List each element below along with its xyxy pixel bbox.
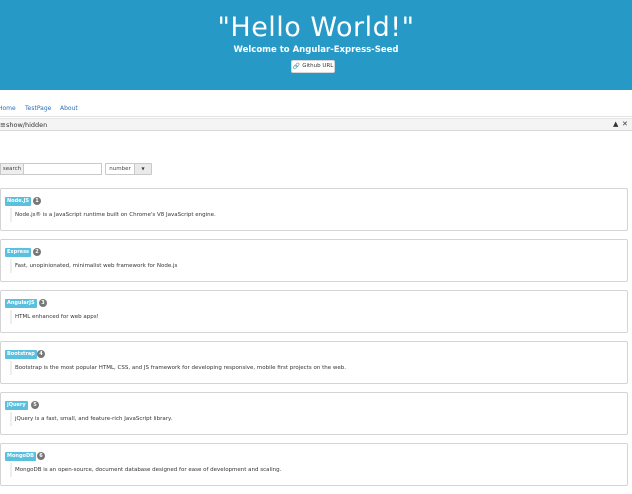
search-addon-label: search (0, 163, 24, 175)
item-name-label: Express (5, 248, 32, 257)
item-name-label: jQuery (5, 401, 28, 410)
item-number-badge: 5 (31, 401, 39, 409)
list-item: Express 2 Fast, unopinionated, minimalis… (0, 239, 628, 282)
item-number-badge: 6 (37, 452, 45, 460)
nav-item-home[interactable]: Home (0, 105, 16, 113)
sort-select[interactable]: number ▼ (105, 163, 152, 175)
nav-item-testpage[interactable]: TestPage (25, 105, 51, 113)
navbar: Home TestPage About (0, 100, 632, 117)
list-item: AngularJS 3 HTML enhanced for web apps! (0, 290, 628, 333)
hero-banner: "Hello World!" Welcome to Angular-Expres… (0, 0, 632, 90)
list-item: MongoDB 6 MongoDB is an open-source, doc… (0, 443, 628, 486)
list-item: jQuery 5 jQuery is a fast, small, and fe… (0, 392, 628, 435)
item-number-badge: 3 (39, 299, 47, 307)
nav-item-about[interactable]: About (60, 105, 78, 113)
item-description: Bootstrap is the most popular HTML, CSS,… (10, 361, 346, 375)
item-name-label: MongoDB (5, 452, 36, 461)
panel-header: ≡ show/hidden ▲ ✕ (0, 118, 632, 131)
panel-toggle-label[interactable]: show/hidden (6, 121, 47, 129)
collapse-icon[interactable]: ▲ (613, 120, 618, 129)
sort-select-value: number (106, 164, 135, 174)
caret-down-icon[interactable]: ▼ (135, 164, 151, 174)
item-description: jQuery is a fast, small, and feature-ric… (10, 412, 172, 426)
item-name-label: AngularJS (5, 299, 37, 308)
github-url-label: Github URL (302, 63, 334, 69)
item-name-label: Bootstrap (5, 350, 37, 359)
page-title: "Hello World!" (217, 12, 415, 43)
close-icon[interactable]: ✕ (622, 120, 628, 129)
item-description: HTML enhanced for web apps! (10, 310, 99, 324)
item-description: Node.js® is a JavaScript runtime built o… (10, 208, 216, 222)
link-icon: 🔗 (292, 63, 301, 70)
item-number-badge: 1 (33, 197, 41, 205)
item-number-badge: 2 (33, 248, 41, 256)
item-number-badge: 4 (37, 350, 45, 358)
list-item: Node.JS 1 Node.js® is a JavaScript runti… (0, 188, 628, 231)
list-item: Bootstrap 4 Bootstrap is the most popula… (0, 341, 628, 384)
search-input[interactable] (24, 163, 102, 175)
item-description: Fast, unopinionated, minimalist web fram… (10, 259, 177, 273)
item-name-label: Node.JS (5, 197, 31, 206)
page-subtitle: Welcome to Angular-Express-Seed (233, 45, 399, 55)
list-icon[interactable]: ≡ (0, 120, 6, 130)
github-url-button[interactable]: 🔗 Github URL (291, 60, 335, 73)
item-description: MongoDB is an open-source, document data… (10, 463, 281, 477)
